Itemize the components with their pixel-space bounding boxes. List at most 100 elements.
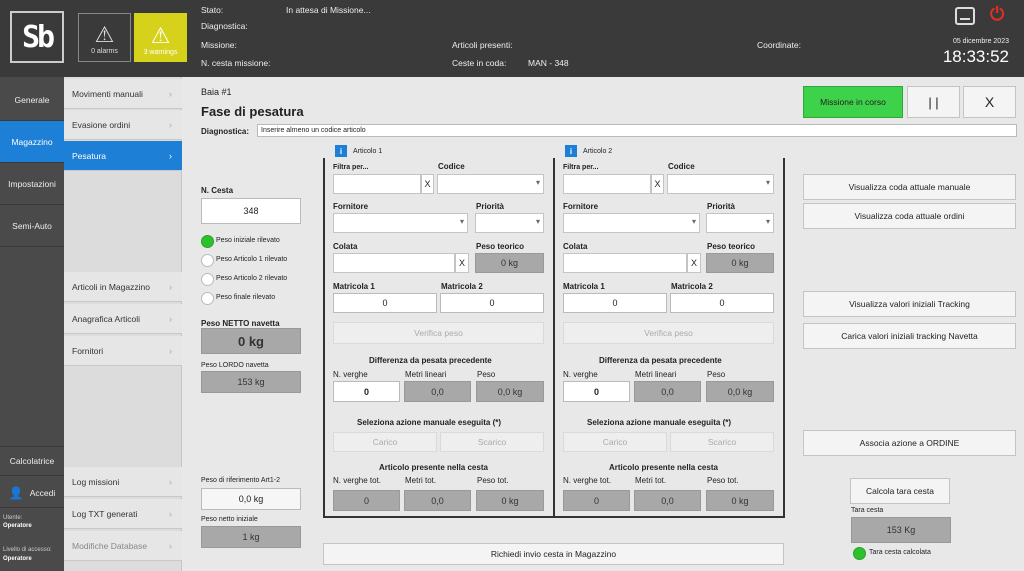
associa-ordine-button[interactable]: Associa azione a ORDINE	[803, 430, 1016, 456]
nav-semi-auto[interactable]: Semi-Auto	[0, 205, 64, 247]
subnav-label: Log TXT generati	[72, 508, 138, 519]
chevron-right-icon: ›	[169, 540, 172, 551]
subnav-evasione-ordini[interactable]: Evasione ordini ›	[64, 110, 182, 140]
clear-colata-button[interactable]: X	[687, 253, 701, 273]
subnav-label: Modifiche Database	[72, 540, 148, 551]
info-icon[interactable]: i	[335, 145, 347, 157]
ceste-in-coda-label: Ceste in coda:	[452, 58, 507, 68]
carica-tracking-button[interactable]: Carica valori iniziali tracking Navetta	[803, 323, 1016, 349]
stop-button[interactable]: X	[963, 86, 1016, 118]
status-dot-tara	[853, 547, 866, 560]
scarico-button[interactable]: Scarico	[670, 432, 774, 452]
carico-button[interactable]: Carico	[563, 432, 667, 452]
metri-label: Metri lineari	[405, 370, 447, 379]
peso-tot-value: 0 kg	[476, 490, 544, 511]
netto-label: Peso NETTO navetta	[201, 319, 280, 328]
accedi-label: Accedi	[29, 487, 56, 498]
presente-title: Articolo presente nella cesta	[609, 463, 718, 472]
chevron-right-icon: ›	[169, 476, 172, 487]
fornitore-select[interactable]	[333, 213, 468, 233]
valori-tracking-button[interactable]: Visualizza valori iniziali Tracking	[803, 291, 1016, 317]
matricola2-input[interactable]: 0	[670, 293, 774, 313]
nav-generale[interactable]: Generale	[0, 79, 64, 121]
subnav-log-txt[interactable]: Log TXT generati ›	[64, 499, 182, 529]
subnav-anagrafica-articoli[interactable]: Anagrafica Articoli ›	[64, 304, 182, 334]
nav-calcolatrice[interactable]: Calcolatrice	[0, 446, 64, 476]
ncesta-missione-label: N. cesta missione:	[201, 58, 271, 68]
richiedi-invio-button[interactable]: Richiedi invio cesta in Magazzino	[323, 543, 784, 565]
subnav-log-missioni[interactable]: Log missioni ›	[64, 467, 182, 497]
utente-label: Utente:	[3, 515, 23, 521]
subnav-label: Log missioni	[72, 476, 120, 487]
nverghe-input[interactable]: 0	[333, 381, 400, 402]
fornitore-select[interactable]	[563, 213, 700, 233]
nverghe-tot-value: 0	[333, 490, 400, 511]
tara-calcolata-label: Tara cesta calcolata	[869, 549, 931, 556]
matricola1-input[interactable]: 0	[333, 293, 437, 313]
ncesta-field[interactable]: 348	[201, 198, 301, 224]
coda-manuale-button[interactable]: Visualizza coda attuale manuale	[803, 174, 1016, 200]
subnav-fornitori[interactable]: Fornitori ›	[64, 336, 182, 366]
subnav-label: Evasione ordini	[72, 119, 131, 130]
matricola1-input[interactable]: 0	[563, 293, 667, 313]
warnings-button[interactable]: ⚠ 3 warnings	[134, 13, 187, 62]
filtra-input[interactable]	[333, 174, 421, 194]
matricola2-input[interactable]: 0	[440, 293, 544, 313]
priorita-label: Priorità	[707, 202, 736, 211]
coda-ordini-button[interactable]: Visualizza coda attuale ordini	[803, 203, 1016, 229]
nverghe-input[interactable]: 0	[563, 381, 630, 402]
peso-value: 0,0 kg	[476, 381, 544, 402]
priorita-select[interactable]	[706, 213, 774, 233]
subnav-articoli-magazzino[interactable]: Articoli in Magazzino ›	[64, 272, 182, 302]
mission-status-button[interactable]: Missione in corso	[803, 86, 903, 118]
netto-iniz-label: Peso netto iniziale	[201, 516, 258, 523]
warnings-count: 3 warnings	[143, 49, 178, 56]
rif-value: 0,0 kg	[201, 488, 301, 510]
peso-teorico-label: Peso teorico	[707, 242, 756, 251]
carico-button[interactable]: Carico	[333, 432, 437, 452]
info-icon[interactable]: i	[565, 145, 577, 157]
nverghe-label: N. verghe	[333, 370, 368, 379]
power-icon[interactable]: ⏻	[990, 4, 1004, 25]
peso-tot-label: Peso tot.	[707, 476, 739, 485]
subnav-pesatura[interactable]: Pesatura ›	[64, 141, 182, 171]
rif-label: Peso di riferimento Art1-2	[201, 477, 280, 484]
company-logo: Sb	[10, 11, 64, 63]
codice-select[interactable]	[437, 174, 544, 194]
matricola2-label: Matricola 2	[671, 282, 713, 291]
alarms-button[interactable]: ⚠ 0 alarms	[78, 13, 131, 62]
colata-input[interactable]	[333, 253, 455, 273]
matricola1-label: Matricola 1	[563, 282, 605, 291]
diag-message: Inserire almeno un codice articolo	[257, 124, 1017, 137]
scarico-button[interactable]: Scarico	[440, 432, 544, 452]
verifica-peso-button[interactable]: Verifica peso	[333, 322, 544, 344]
clear-colata-button[interactable]: X	[455, 253, 469, 273]
nav-magazzino[interactable]: Magazzino	[0, 121, 64, 163]
peso-label: Peso	[707, 370, 726, 379]
accedi-button[interactable]: 👤 Accedi	[0, 478, 64, 508]
articolo2-title: Articolo 2	[583, 148, 613, 155]
clear-filtra-button[interactable]: X	[651, 174, 664, 194]
status-dot-peso-finale	[201, 292, 214, 305]
subnav-movimenti-manuali[interactable]: Movimenti manuali ›	[64, 79, 182, 109]
colata-input[interactable]	[563, 253, 687, 273]
subnav-modifiche-database[interactable]: Modifiche Database ›	[64, 531, 182, 561]
calcola-tara-button[interactable]: Calcola tara cesta	[850, 478, 950, 504]
stato-value: In attesa di Missione...	[286, 5, 371, 15]
chevron-right-icon: ›	[169, 313, 172, 324]
pause-button[interactable]: | |	[907, 86, 960, 118]
fornitore-label: Fornitore	[333, 202, 369, 211]
nav-impostazioni[interactable]: Impostazioni	[0, 163, 64, 205]
nverghe-label: N. verghe	[563, 370, 598, 379]
priorita-select[interactable]	[475, 213, 544, 233]
filtra-input[interactable]	[563, 174, 651, 194]
verifica-peso-button[interactable]: Verifica peso	[563, 322, 774, 344]
clear-filtra-button[interactable]: X	[421, 174, 434, 194]
codice-select[interactable]	[667, 174, 774, 194]
diff-title: Differenza da pesata precedente	[599, 356, 722, 365]
minimize-button[interactable]	[955, 7, 975, 25]
status-dot-peso-iniziale	[201, 235, 214, 248]
lordo-value: 153 kg	[201, 371, 301, 393]
chevron-right-icon: ›	[169, 508, 172, 519]
missione-label: Missione:	[201, 40, 237, 50]
